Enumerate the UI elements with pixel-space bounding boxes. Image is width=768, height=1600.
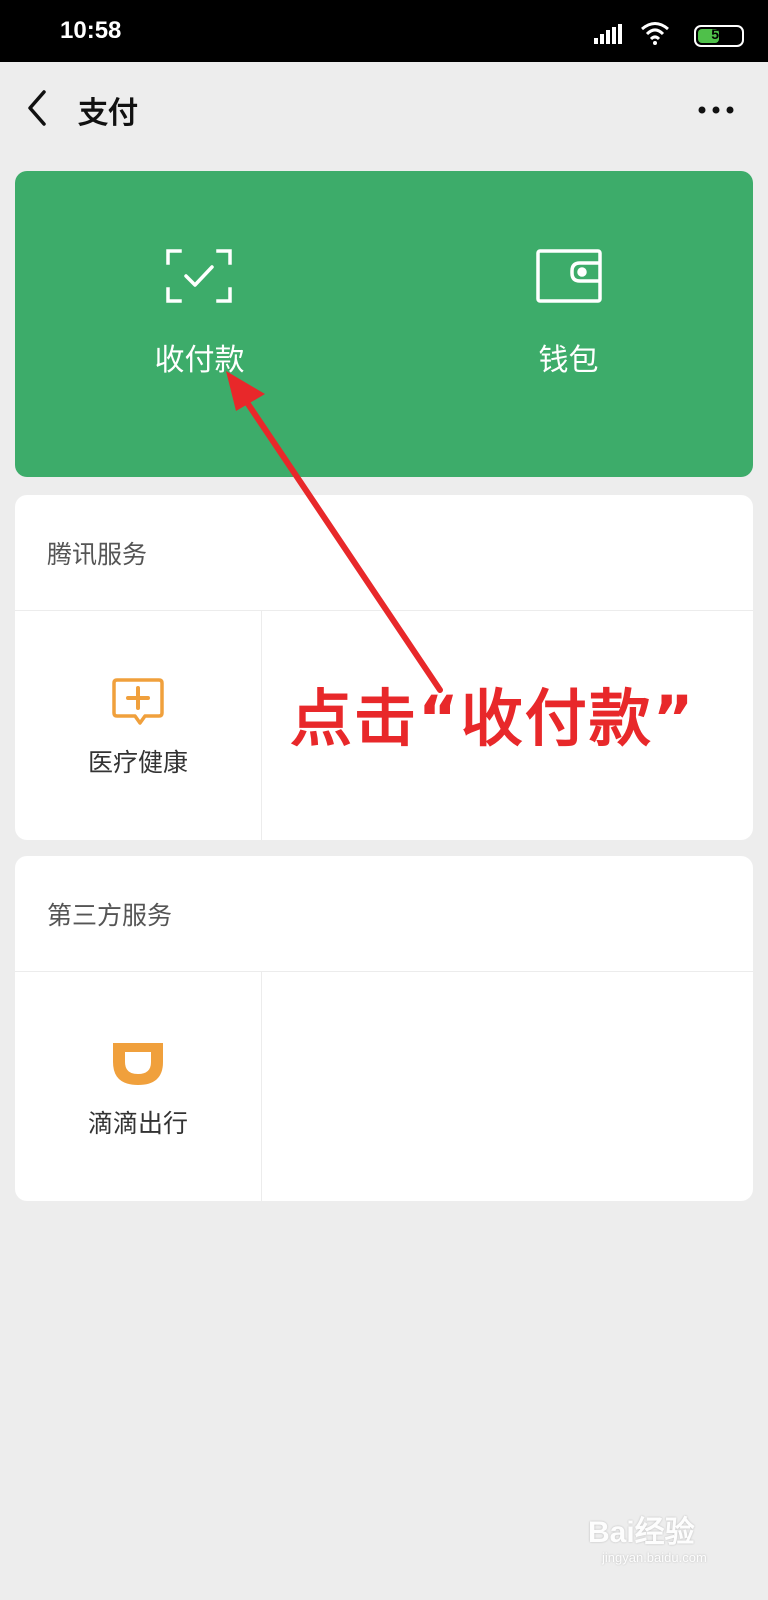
annotation-arrow	[226, 371, 443, 693]
annotation-text: 点击“收付款”	[290, 682, 696, 755]
watermark-url: jingyan.baidu.com	[602, 1550, 707, 1565]
baidu-jingyan-logo: Bai经验	[588, 1516, 695, 1549]
